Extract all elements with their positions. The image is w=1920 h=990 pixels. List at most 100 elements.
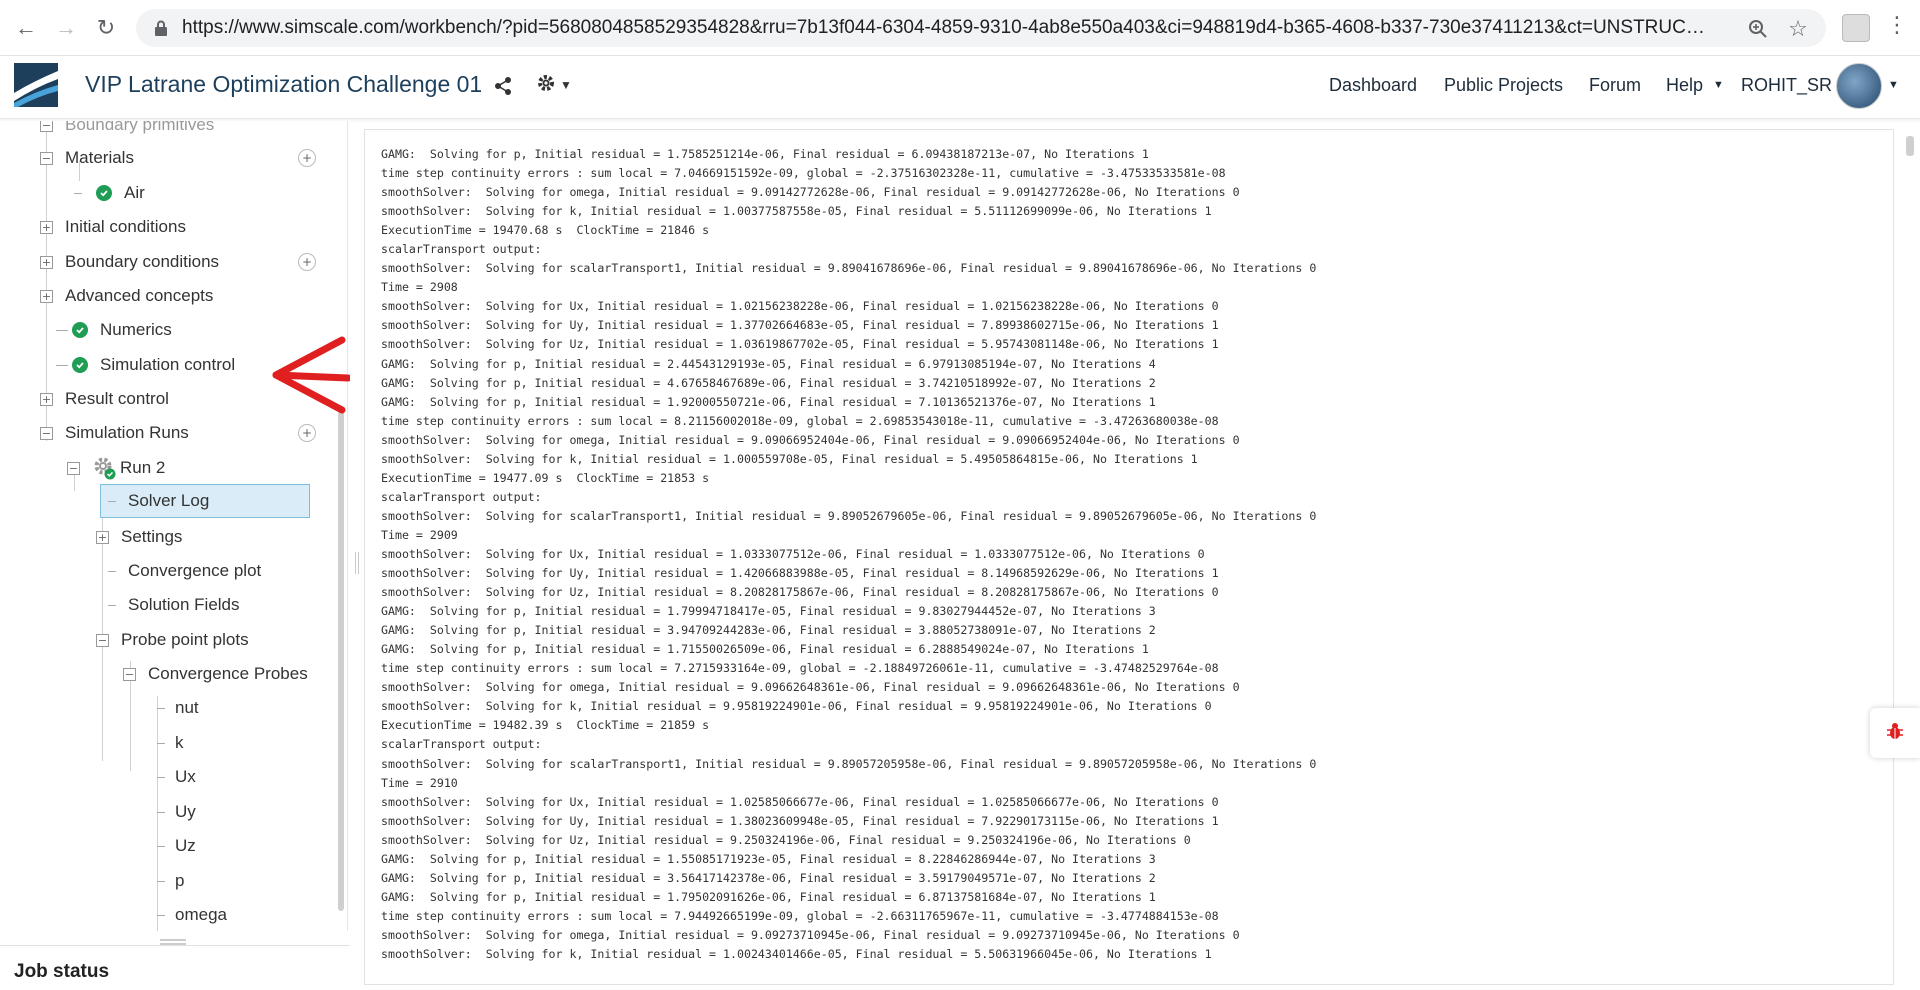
username[interactable]: ROHIT_SR (1741, 75, 1832, 96)
collapse-icon[interactable]: − (96, 633, 109, 647)
expand-icon[interactable]: + (40, 392, 53, 406)
tree-label: Boundary conditions (65, 252, 220, 271)
job-status-panel[interactable]: Job status (0, 945, 350, 990)
add-simulation-run-button[interactable]: + (298, 424, 316, 442)
chevron-down-icon: ▼ (560, 78, 572, 92)
log-line: smoothSolver: Solving for Uz, Initial re… (381, 337, 1219, 352)
add-material-button[interactable]: + (298, 149, 316, 167)
log-line: time step continuity errors : sum local … (381, 413, 1219, 428)
browser-menu-icon[interactable]: ⋮ (1886, 12, 1908, 38)
bookmark-star-icon[interactable]: ☆ (1786, 16, 1810, 41)
tree-label: Solver Log (128, 491, 210, 510)
probe-item[interactable]: k (157, 727, 184, 759)
log-scrollbar-thumb[interactable] (1906, 136, 1914, 156)
zoom-icon[interactable] (1746, 17, 1770, 41)
tree-label: Solution Fields (128, 595, 240, 614)
log-line: smoothSolver: Solving for k, Initial res… (381, 699, 1212, 714)
tree-item-initial-conditions[interactable]: + Initial conditions (40, 211, 186, 243)
log-line: Time = 2910 (381, 775, 458, 790)
collapse-icon[interactable]: − (40, 426, 53, 440)
tree-item-convergence-probes[interactable]: − Convergence Probes (123, 658, 308, 690)
browser-profile-avatar[interactable] (1842, 14, 1870, 42)
solver-log-panel[interactable]: GAMG: Solving for p, Initial residual = … (364, 129, 1894, 985)
reload-icon[interactable]: ↻ (92, 14, 120, 42)
help-chevron-icon[interactable]: ▼ (1713, 79, 1724, 91)
log-line: smoothSolver: Solving for scalarTranspor… (381, 756, 1317, 771)
sidebar-scrollbar[interactable] (338, 411, 344, 911)
log-line: smoothSolver: Solving for k, Initial res… (381, 946, 1212, 961)
tree-item-boundary-primitives[interactable]: − Boundary primitives (40, 121, 214, 141)
user-menu-chevron-icon[interactable]: ▼ (1888, 79, 1899, 91)
tree-item-simulation-runs[interactable]: − Simulation Runs (40, 417, 189, 449)
tree-item-air[interactable]: Air (74, 177, 145, 209)
log-line: time step continuity errors : sum local … (381, 661, 1219, 676)
tree-item-probe-point-plots[interactable]: − Probe point plots (96, 624, 249, 656)
share-icon[interactable] (492, 75, 514, 97)
add-boundary-condition-button[interactable]: + (298, 253, 316, 271)
tree-item-solver-log[interactable]: Solver Log (108, 485, 209, 517)
log-line: GAMG: Solving for p, Initial residual = … (381, 870, 1156, 885)
probe-item[interactable]: p (157, 865, 184, 897)
tree-label: Simulation Runs (65, 423, 189, 442)
check-icon (72, 322, 88, 338)
expand-icon[interactable]: + (40, 220, 53, 234)
tree-item-materials[interactable]: − Materials (40, 142, 134, 174)
tree-label: Materials (65, 148, 134, 167)
back-icon[interactable]: ← (12, 14, 40, 42)
tree-item-numerics[interactable]: Numerics (56, 314, 172, 346)
tree-item-run-2[interactable]: − Run 2 (67, 452, 165, 484)
probe-item[interactable]: Uz (157, 830, 196, 862)
expand-icon[interactable]: + (40, 289, 53, 303)
app-header: VIP Latrane Optimization Challenge 01 ▼ … (0, 57, 1920, 119)
tree-item-simulation-control[interactable]: Simulation control (56, 349, 235, 381)
tree-item-result-control[interactable]: + Result control (40, 383, 169, 415)
collapse-icon[interactable]: − (40, 151, 53, 165)
log-line: ExecutionTime = 19477.09 s ClockTime = 2… (381, 470, 710, 485)
log-line: smoothSolver: Solving for Ux, Initial re… (381, 299, 1219, 314)
log-scrollbar[interactable] (1906, 136, 1914, 956)
tree-item-advanced-concepts[interactable]: + Advanced concepts (40, 280, 213, 312)
check-icon (96, 185, 112, 201)
expand-icon[interactable]: + (40, 255, 53, 269)
log-line: GAMG: Solving for p, Initial residual = … (381, 623, 1156, 638)
panel-resize-handle[interactable] (355, 552, 359, 574)
collapse-icon[interactable]: − (123, 667, 136, 681)
tree-label: Convergence Probes (148, 664, 308, 683)
tree-label: Convergence plot (128, 561, 262, 580)
nav-public-projects[interactable]: Public Projects (1444, 75, 1563, 96)
simscale-logo[interactable] (14, 63, 58, 107)
nav-help[interactable]: Help (1666, 75, 1703, 96)
nav-forum[interactable]: Forum (1589, 75, 1641, 96)
log-line: scalarTransport output: (381, 737, 542, 752)
probe-item[interactable]: nut (157, 692, 199, 724)
tree-label: Initial conditions (65, 217, 186, 236)
tree-item-settings[interactable]: + Settings (96, 521, 182, 553)
tree-label: Advanced concepts (65, 286, 214, 305)
url-text[interactable]: https://www.simscale.com/workbench/?pid=… (182, 17, 1712, 39)
log-line: GAMG: Solving for p, Initial residual = … (381, 147, 1149, 161)
project-settings-button[interactable]: ▼ (536, 73, 576, 97)
check-icon (72, 357, 88, 373)
tree-item-boundary-conditions[interactable]: + Boundary conditions (40, 246, 219, 278)
tree-item-solution-fields[interactable]: Solution Fields (108, 589, 240, 621)
bug-report-button[interactable] (1870, 708, 1920, 758)
tree-item-convergence-plot[interactable]: Convergence plot (108, 555, 261, 587)
log-line: smoothSolver: Solving for k, Initial res… (381, 204, 1212, 219)
user-avatar[interactable] (1836, 63, 1882, 109)
log-line: smoothSolver: Solving for Uy, Initial re… (381, 813, 1219, 828)
tree-label: Probe point plots (121, 630, 249, 649)
log-line: Time = 2909 (381, 527, 458, 542)
gear-icon (536, 73, 556, 98)
probe-item[interactable]: Ux (157, 761, 196, 793)
address-bar[interactable]: https://www.simscale.com/workbench/?pid=… (136, 9, 1826, 47)
probe-item[interactable]: omega (157, 899, 227, 931)
log-line: GAMG: Solving for p, Initial residual = … (381, 375, 1156, 390)
forward-icon[interactable]: → (52, 14, 80, 42)
nav-dashboard[interactable]: Dashboard (1329, 75, 1417, 96)
collapse-icon[interactable]: − (67, 461, 80, 475)
expand-icon[interactable]: + (96, 530, 109, 544)
collapse-icon[interactable]: − (40, 121, 53, 132)
probe-item[interactable]: Uy (157, 796, 196, 828)
lock-icon (150, 17, 172, 39)
log-line: ExecutionTime = 19482.39 s ClockTime = 2… (381, 718, 710, 733)
